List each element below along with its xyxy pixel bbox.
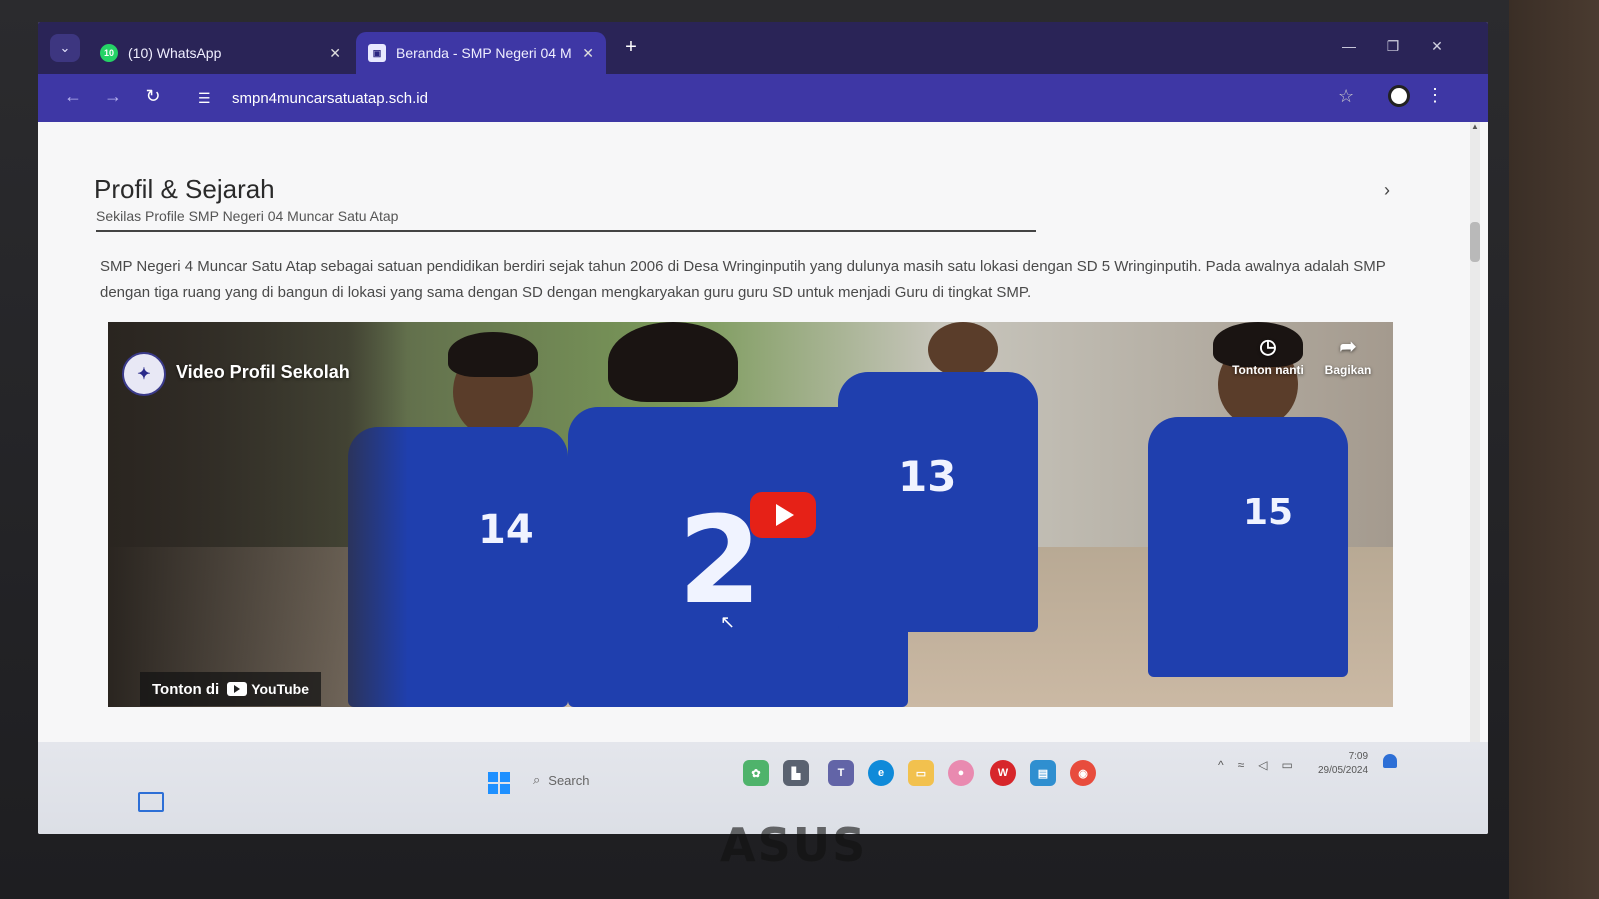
youtube-embed[interactable]: 14 2 13 15 ✦ Video Profil Sekolah ◷ Tont…	[108, 322, 1393, 707]
channel-logo[interactable]: ✦	[122, 352, 166, 396]
youtube-logo: YouTube	[227, 681, 309, 697]
reload-icon[interactable]: ↻	[140, 86, 166, 107]
notification-bell-icon[interactable]	[1383, 754, 1397, 768]
clock-time: 7:09	[1348, 751, 1369, 762]
minimize-icon[interactable]: —	[1334, 38, 1364, 54]
copilot-icon[interactable]: ✿	[743, 760, 769, 786]
bookmark-star-icon[interactable]: ☆	[1338, 86, 1354, 107]
edge-icon[interactable]: e	[868, 760, 894, 786]
player-hair	[608, 322, 738, 402]
store-icon[interactable]: ▤	[1030, 760, 1056, 786]
player-jersey	[1148, 417, 1348, 677]
taskbar-search[interactable]: ⌕ Search	[533, 772, 589, 788]
chevron-up-icon[interactable]: ^	[1218, 758, 1224, 772]
task-view-icon[interactable]: ▙	[783, 760, 809, 786]
forward-arrow-icon[interactable]: →	[100, 86, 126, 107]
address-bar[interactable]: ☰ smpn4muncarsatuatap.sch.id	[188, 81, 1438, 115]
volume-icon[interactable]: ◁	[1258, 758, 1267, 772]
asus-logo: ASUS	[720, 818, 868, 872]
background-wall	[1509, 0, 1599, 899]
new-tab-button[interactable]: +	[618, 36, 644, 59]
jersey-number: 14	[478, 507, 534, 553]
section-subtitle: Sekilas Profile SMP Negeri 04 Muncar Sat…	[96, 208, 399, 224]
clock-icon: ◷	[1259, 336, 1277, 358]
share-button[interactable]: ➦ Bagikan	[1308, 334, 1388, 377]
wifi-icon[interactable]: ≈	[1238, 758, 1245, 772]
laptop-screen: ⌄ 10 (10) WhatsApp ✕ ▣ Beranda - SMP Neg…	[38, 22, 1488, 834]
share-arrow-icon: ➦	[1339, 336, 1357, 358]
widgets-icon[interactable]	[138, 792, 164, 812]
watch-on-label: Tonton di	[152, 680, 220, 698]
menu-kebab-icon[interactable]: ⋮	[1426, 85, 1444, 106]
clock-date: 29/05/2024	[1318, 765, 1369, 776]
section-title: Profil & Sejarah	[94, 174, 275, 204]
chevron-right-icon[interactable]: ›	[1384, 180, 1390, 201]
search-placeholder: Search	[548, 772, 590, 788]
watch-later-label: Tonton nanti	[1232, 363, 1304, 377]
play-icon	[776, 504, 794, 526]
section-divider	[96, 230, 1036, 232]
tab-search-dropdown-button[interactable]: ⌄	[50, 34, 80, 62]
system-tray: ^ ≈ ◁ ▭	[1218, 758, 1293, 772]
play-button[interactable]	[750, 492, 816, 538]
windows-start-icon[interactable]	[488, 772, 510, 794]
watch-later-button[interactable]: ◷ Tonton nanti	[1228, 334, 1308, 377]
page-scrollbar[interactable]	[1470, 122, 1480, 742]
tab-title: (10) WhatsApp	[128, 45, 222, 61]
scrollbar-thumb[interactable]	[1470, 222, 1480, 262]
app-icon[interactable]: ●	[948, 760, 974, 786]
window-close-icon[interactable]: ✕	[1422, 38, 1452, 55]
tab-whatsapp[interactable]: 10 (10) WhatsApp ✕	[88, 32, 353, 74]
site-settings-icon[interactable]: ☰	[198, 90, 220, 107]
battery-icon[interactable]: ▭	[1281, 758, 1292, 772]
youtube-play-icon	[227, 682, 248, 696]
share-label: Bagikan	[1324, 363, 1372, 377]
restore-icon[interactable]: ❐	[1378, 38, 1408, 55]
history-paragraph: SMP Negeri 4 Muncar Satu Atap sebagai sa…	[100, 258, 1386, 301]
youtube-wordmark: YouTube	[251, 681, 310, 697]
wps-office-icon[interactable]: W	[990, 760, 1016, 786]
back-arrow-icon[interactable]: ←	[60, 86, 86, 107]
jersey-number: 13	[898, 452, 957, 501]
mouse-cursor-icon: ↖	[720, 612, 736, 632]
tab-beranda[interactable]: ▣ Beranda - SMP Negeri 04 Mun ✕	[356, 32, 606, 74]
search-icon: ⌕	[533, 772, 541, 787]
browser-tabstrip: ⌄ 10 (10) WhatsApp ✕ ▣ Beranda - SMP Neg…	[38, 22, 1488, 74]
tab-title: Beranda - SMP Negeri 04 Mun	[396, 45, 573, 61]
url-text[interactable]: smpn4muncarsatuatap.sch.id	[232, 90, 428, 107]
file-explorer-icon[interactable]: ▭	[908, 760, 934, 786]
profile-avatar[interactable]	[1388, 85, 1410, 107]
player-hair	[448, 332, 538, 377]
browser-toolbar: ← → ↻ ☰ smpn4muncarsatuatap.sch.id ☆ ⋮	[38, 74, 1488, 122]
close-icon[interactable]: ✕	[329, 45, 341, 62]
chrome-icon[interactable]: ◉	[1070, 760, 1096, 786]
watch-on-youtube-link[interactable]: Tonton di YouTube	[140, 672, 322, 706]
school-logo-icon: ▣	[368, 44, 386, 62]
player-jersey	[838, 372, 1038, 632]
jersey-number: 15	[1243, 492, 1294, 533]
whatsapp-icon: 10	[100, 44, 118, 62]
teams-icon[interactable]: T	[828, 760, 854, 786]
video-title[interactable]: Video Profil Sekolah	[176, 362, 350, 383]
scroll-up-icon[interactable]: ▲	[1470, 122, 1480, 134]
jersey-number: 2	[678, 492, 762, 631]
taskbar-clock[interactable]: 7:09 29/05/2024	[1318, 750, 1368, 778]
player-head	[928, 322, 998, 377]
close-icon[interactable]: ✕	[582, 45, 594, 62]
web-page: Profil & Sejarah Sekilas Profile SMP Neg…	[38, 122, 1488, 742]
